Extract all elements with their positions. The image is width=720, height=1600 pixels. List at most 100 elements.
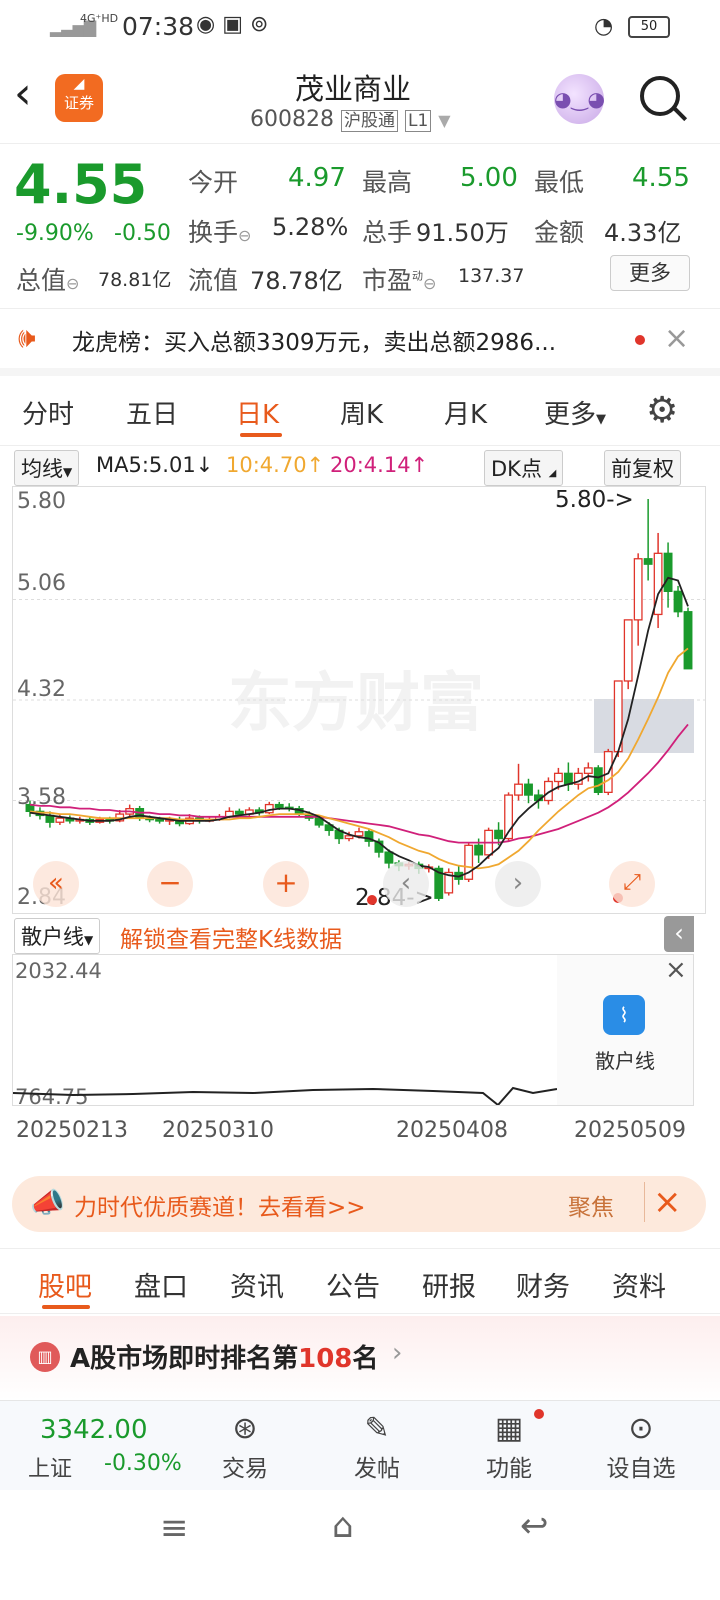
chevron-right-icon: › <box>392 1338 403 1368</box>
menu-icon[interactable]: ≡ <box>160 1508 189 1548</box>
kline-chart[interactable]: 东方财富 5.80 5.06 4.32 3.58 2.84 5.80-> 2.8… <box>12 486 706 914</box>
add-watchlist-label: 设自选 <box>606 1456 676 1482</box>
tab-news[interactable]: 资讯 <box>230 1265 284 1304</box>
add-watchlist-button[interactable]: ⊙ 设自选 <box>596 1409 686 1483</box>
network-label: 4G⁺HD <box>80 12 119 25</box>
tab-more-label: 更多 <box>544 400 597 430</box>
candle <box>344 835 354 840</box>
sub-indicator-selector[interactable]: 散户线▼ <box>14 918 101 954</box>
zoom-in-icon[interactable]: + <box>263 861 309 907</box>
back-nav-icon[interactable]: ↩ <box>520 1506 549 1546</box>
x-date-label: 20250408 <box>396 1118 508 1143</box>
level-tag: L1 <box>404 110 432 132</box>
sub-chart-section: 散户线▼ 解锁查看完整K线数据 ‹ 2032.44 764.75 × ⌇ 散户线… <box>0 916 720 1166</box>
banner-text[interactable]: 力时代优质赛道！去看看>> <box>74 1188 366 1222</box>
gear-icon[interactable]: ⚙ <box>646 390 678 431</box>
candle <box>474 844 484 856</box>
scroll-left-icon[interactable]: « <box>33 861 79 907</box>
high-value: 5.00 <box>460 163 518 193</box>
change-value: -0.50 <box>114 221 171 246</box>
robot-avatar[interactable]: ◕‿◕ <box>554 74 605 124</box>
info-icon[interactable]: ⊖ <box>66 274 79 293</box>
turnover-label-text: 换手 <box>188 218 239 247</box>
market-rank[interactable]: ▥ A股市场即时排名第108名 › <box>0 1316 720 1400</box>
header: ‹ ◢ 证券 茂业商业 600828 沪股通 L1 ▼ ◕‿◕ <box>0 56 720 144</box>
tab-profile[interactable]: 资料 <box>612 1265 666 1304</box>
candle <box>663 552 673 593</box>
fullscreen-icon[interactable]: ⤢ <box>609 861 655 907</box>
info-icon[interactable]: ⊖ <box>238 226 251 245</box>
close-icon[interactable]: × <box>665 955 687 985</box>
tab-five-day[interactable]: 五日 <box>126 394 178 431</box>
promo-banner[interactable]: 📣 力时代优质赛道！去看看>> 聚焦 × <box>12 1176 706 1232</box>
rank-suffix: 名 <box>352 1344 379 1374</box>
news-text[interactable]: 龙虎榜：买入总额3309万元，卖出总额2986... <box>72 323 556 357</box>
clock: 07:38 <box>122 12 195 41</box>
next-icon[interactable]: › <box>495 861 541 907</box>
retail-line-card[interactable]: × ⌇ 散户线 <box>557 955 693 1105</box>
functions-button[interactable]: ▦ 功能 <box>464 1409 554 1483</box>
stock-subtitle[interactable]: 600828 沪股通 L1 ▼ <box>250 106 451 132</box>
tab-monthly-k[interactable]: 月K <box>444 394 487 431</box>
corner-icon: ◢ <box>548 468 557 479</box>
info-icon[interactable]: ⊖ <box>423 274 436 293</box>
y-tick-label: 3.58 <box>17 785 66 810</box>
watermark: 东方财富 <box>228 667 484 741</box>
candle <box>234 810 244 815</box>
pe-sup: 动 <box>412 269 424 283</box>
unread-dot <box>635 335 645 345</box>
index-name: 上证 <box>28 1457 73 1482</box>
turnover-value: 5.28% <box>272 213 349 241</box>
ma-selector[interactable]: 均线▼ <box>14 450 80 486</box>
more-dots-icon: ⊙ <box>628 1411 654 1446</box>
high-marker: 5.80-> <box>555 487 634 513</box>
battery-icon: 50 <box>628 16 670 38</box>
status-bar: ▂▃▅▇ 4G⁺HD 07:38 ◉ ▣ ⊚ ◔ 50 <box>0 0 720 56</box>
x-date-label: 20250213 <box>16 1118 128 1143</box>
home-icon[interactable]: ⌂ <box>332 1506 354 1546</box>
tab-intraday[interactable]: 分时 <box>22 394 74 431</box>
news-ticker[interactable]: 🕪 龙虎榜：买入总额3309万元，卖出总额2986... × <box>0 308 720 376</box>
high-label: 最高 <box>362 168 413 197</box>
candle <box>583 767 593 774</box>
ma5-value: MA5:5.01↓ <box>96 453 214 477</box>
bottom-toolbar: 3342.00 上证 -0.30% ⊛ 交易 ✎ 发帖 ▦ 功能 ⊙ 设自选 <box>0 1400 720 1490</box>
volume-value: 91.50万 <box>416 219 509 247</box>
index-value[interactable]: 3342.00 <box>40 1415 148 1445</box>
chart-lock-icon: ⌇ <box>603 995 645 1035</box>
tab-pankou[interactable]: 盘口 <box>134 1265 188 1304</box>
dk-button[interactable]: DK点 ◢ <box>484 450 564 486</box>
volume-label: 总手 <box>362 218 413 247</box>
tab-announcements[interactable]: 公告 <box>326 1265 380 1304</box>
caret-down-icon: ▼ <box>63 465 73 479</box>
close-icon[interactable]: × <box>644 1182 682 1222</box>
tab-finance[interactable]: 财务 <box>516 1265 570 1304</box>
unlock-link[interactable]: 解锁查看完整K线数据 <box>120 920 342 954</box>
float-label: 流值 <box>188 266 239 295</box>
tab-guba[interactable]: 股吧 <box>38 1265 92 1304</box>
trade-button[interactable]: ⊛ 交易 <box>200 1409 290 1483</box>
tab-more[interactable]: 更多▼ <box>544 394 606 431</box>
more-button[interactable]: 更多 <box>610 255 690 291</box>
tab-daily-k[interactable]: 日K <box>236 394 279 431</box>
megaphone-icon: 📣 <box>30 1186 65 1219</box>
close-icon[interactable]: × <box>664 321 689 356</box>
tab-weekly-k[interactable]: 周K <box>340 394 383 431</box>
content-tabs: 股吧 盘口 资讯 公告 研报 财务 资料 <box>0 1248 720 1314</box>
adjust-button[interactable]: 前复权 <box>604 450 681 486</box>
collapse-tab[interactable]: ‹ <box>664 916 694 952</box>
y-tick-label: 5.06 <box>17 571 66 596</box>
zoom-out-icon[interactable]: − <box>147 861 193 907</box>
rank-number: 108 <box>298 1344 353 1374</box>
tab-research[interactable]: 研报 <box>422 1265 476 1304</box>
candle <box>514 783 523 796</box>
index-change: -0.30% <box>104 1451 182 1476</box>
pe-value: 137.37 <box>458 265 525 287</box>
ma20-line <box>29 723 689 844</box>
sub-chart[interactable]: 2032.44 764.75 × ⌇ 散户线 <box>12 954 694 1109</box>
candle <box>593 767 603 794</box>
ma-row: 均线▼ MA5:5.01↓ 10:4.70↑ 20:4.14↑ DK点 ◢ 前复… <box>0 450 720 486</box>
post-button[interactable]: ✎ 发帖 <box>332 1409 422 1483</box>
prev-icon[interactable]: ‹ <box>383 861 429 907</box>
rank-text: A股市场即时排名第108名 <box>70 1338 378 1375</box>
